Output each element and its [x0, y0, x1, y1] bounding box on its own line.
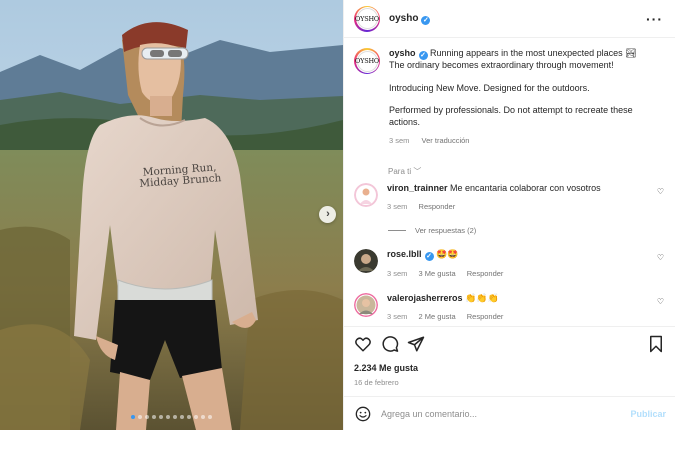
- comment-time[interactable]: 3 sem: [387, 269, 407, 278]
- comment-input[interactable]: [381, 408, 611, 419]
- page-background: [0, 430, 675, 450]
- commenter-avatar[interactable]: [354, 183, 378, 207]
- carousel-dot: [201, 415, 205, 419]
- comment-like-heart-icon[interactable]: ♡: [657, 253, 664, 262]
- comment-bubble-icon[interactable]: [381, 335, 399, 353]
- see-translation-link[interactable]: Ver traducción: [422, 136, 470, 145]
- comment-text: 👏👏👏: [465, 293, 499, 303]
- reply-button[interactable]: Responder: [419, 202, 456, 211]
- post-date: 16 de febrero: [354, 378, 399, 387]
- comment-item: valerojasherreros 👏👏👏 3 sem 2 Me gusta R…: [354, 293, 669, 321]
- comment-sort-dropdown[interactable]: Para ti ﹀: [388, 166, 421, 177]
- verified-badge-icon: ✓: [421, 15, 431, 25]
- post-header: OYSHO oysho ✓ ···: [344, 0, 675, 38]
- comments-list[interactable]: OYSHO oysho ✓ Running appears in the most…: [344, 38, 675, 326]
- caption-brand-logo: OYSHO: [355, 50, 379, 72]
- comment-like-heart-icon[interactable]: ♡: [657, 297, 664, 306]
- more-options-icon[interactable]: ···: [646, 11, 663, 27]
- caption-paragraph-3: Performed by professionals. Do not attem…: [389, 105, 633, 127]
- comment-time[interactable]: 3 sem: [387, 312, 407, 321]
- caption-time[interactable]: 3 sem: [389, 136, 409, 145]
- post-side-panel: OYSHO oysho ✓ ··· OYSHO oysho ✓ Running ap…: [343, 0, 675, 430]
- view-replies-label: Ver respuestas (2): [415, 226, 477, 235]
- carousel-dot: [159, 415, 163, 419]
- carousel-dot: [194, 415, 198, 419]
- post-photo[interactable]: Morning Run, Midday Brunch ›: [0, 0, 343, 430]
- carousel-indicator: [0, 415, 343, 419]
- caption: OYSHO oysho ✓ Running appears in the most…: [354, 48, 664, 147]
- comment-likes[interactable]: 2 Me gusta: [419, 312, 456, 321]
- save-bookmark-icon[interactable]: [647, 335, 665, 353]
- carousel-dot: [187, 415, 191, 419]
- comment-item: rose.lbll ✓ 🤩🤩 3 sem 3 Me gusta Responder…: [354, 249, 669, 278]
- photo-scene: [0, 0, 343, 430]
- reply-button[interactable]: Responder: [467, 312, 504, 321]
- view-replies-button[interactable]: Ver respuestas (2): [388, 226, 476, 235]
- carousel-dot: [180, 415, 184, 419]
- commenter-avatar[interactable]: [354, 293, 378, 317]
- comment-text: Me encantaria colaborar con vosotros: [450, 183, 601, 193]
- verified-badge-icon: ✓: [418, 51, 428, 60]
- author-avatar[interactable]: OYSHO: [354, 5, 380, 32]
- comment-username[interactable]: rose.lbll ✓: [387, 249, 434, 261]
- comment-username[interactable]: valerojasherreros: [387, 293, 463, 303]
- carousel-dot: [145, 415, 149, 419]
- next-photo-button[interactable]: ›: [319, 206, 336, 223]
- replies-divider: [388, 230, 406, 231]
- comment-like-heart-icon[interactable]: ♡: [657, 187, 664, 196]
- comment-item: viron_trainner Me encantaria colaborar c…: [354, 183, 669, 211]
- like-count[interactable]: 2.234 Me gusta: [354, 363, 418, 373]
- carousel-dot: [173, 415, 177, 419]
- comment-time[interactable]: 3 sem: [387, 202, 407, 211]
- post-dialog: Morning Run, Midday Brunch › OYSHO oysho…: [0, 0, 675, 430]
- caption-paragraph-2: Introducing New Move. Designed for the o…: [389, 82, 590, 93]
- comment-composer: Publicar: [344, 396, 675, 430]
- caption-line-2: The ordinary becomes extraordinary throu…: [389, 60, 614, 70]
- like-heart-icon[interactable]: [354, 335, 372, 353]
- carousel-dot: [166, 415, 170, 419]
- reply-button[interactable]: Responder: [467, 269, 504, 278]
- carousel-dot: [208, 415, 212, 419]
- comment-text: 🤩🤩: [436, 249, 459, 259]
- verified-badge-icon: ✓: [424, 252, 434, 261]
- commenter-avatar[interactable]: [354, 249, 378, 273]
- publish-button[interactable]: Publicar: [630, 409, 666, 419]
- caption-avatar[interactable]: OYSHO: [354, 48, 380, 74]
- caption-meta: 3 sem Ver traducción: [389, 135, 659, 147]
- carousel-dot: [152, 415, 156, 419]
- chevron-right-icon: ›: [326, 208, 330, 220]
- carousel-dot: [131, 415, 135, 419]
- sort-label: Para ti: [388, 167, 412, 176]
- caption-line-1: Running appears in the most unexpected p…: [430, 48, 637, 58]
- share-paper-plane-icon[interactable]: [407, 335, 425, 353]
- carousel-dot: [138, 415, 142, 419]
- post-actions: 2.234 Me gusta 16 de febrero: [344, 326, 675, 396]
- comment-likes[interactable]: 3 Me gusta: [419, 269, 456, 278]
- comment-username[interactable]: viron_trainner: [387, 183, 448, 193]
- emoji-smiley-icon[interactable]: [355, 406, 371, 422]
- brand-logo: OYSHO: [355, 8, 379, 29]
- caption-username[interactable]: oysho ✓: [389, 48, 428, 60]
- caption-text: oysho ✓ Running appears in the most unexp…: [389, 48, 659, 147]
- author-username[interactable]: oysho ✓: [389, 13, 431, 25]
- chevron-down-icon: ﹀: [413, 167, 422, 176]
